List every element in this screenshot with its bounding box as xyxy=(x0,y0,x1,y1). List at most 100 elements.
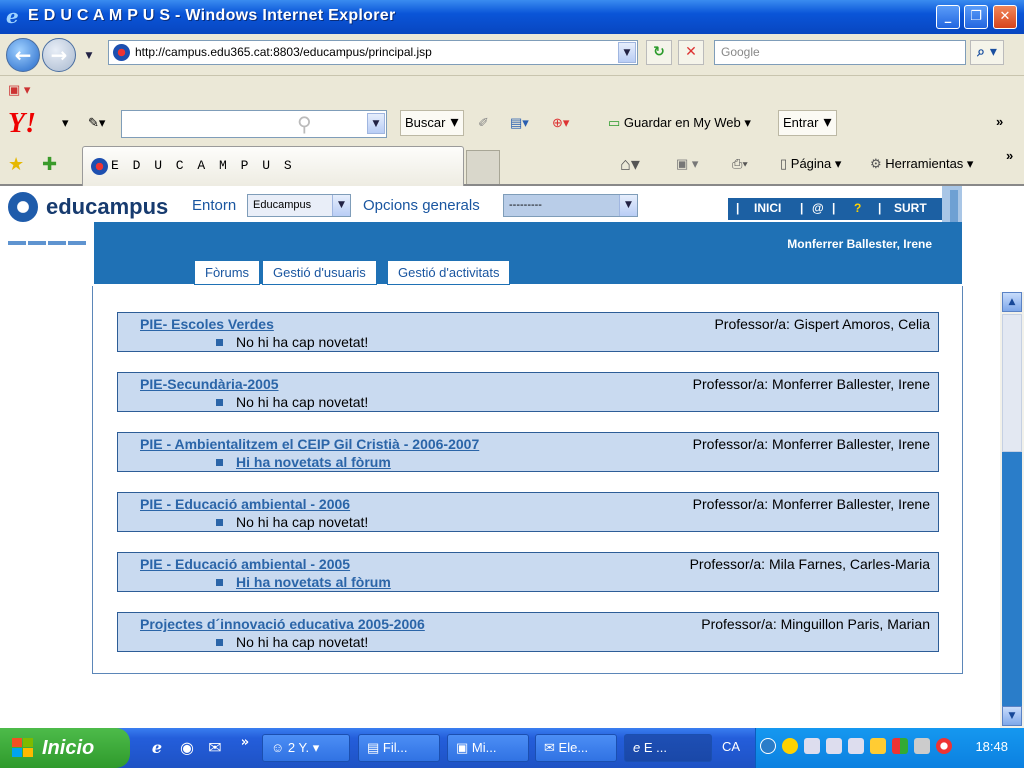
scroll-thumb[interactable] xyxy=(1002,314,1022,452)
start-button[interactable]: Inicio xyxy=(0,728,130,768)
course-card: PIE - Educació ambiental - 2005 Professo… xyxy=(117,552,939,592)
tray-network2-icon[interactable] xyxy=(826,738,842,754)
entrar-button[interactable]: Entrar ▾ xyxy=(778,110,837,136)
course-link[interactable]: PIE - Ambientalitzem el CEIP Gil Cristià… xyxy=(140,436,479,452)
feeds-icon[interactable]: ▣ ▾ xyxy=(676,152,698,176)
ie-icon: e xyxy=(633,740,641,755)
nav-inici[interactable]: INICI xyxy=(754,198,781,219)
course-teacher: Professor/a: Mila Farnes, Carles-Maria xyxy=(689,556,930,572)
task-mi[interactable]: ▣ Mi... xyxy=(447,734,529,762)
task-yahoo[interactable]: ☺ 2 Y. ▾ xyxy=(262,734,350,762)
refresh-button[interactable]: ↻ xyxy=(646,40,672,65)
translate-icon[interactable]: ▣ ▾ xyxy=(8,78,30,102)
entorn-select[interactable]: Educampus ▼ xyxy=(247,194,351,217)
tray-app-icon[interactable] xyxy=(892,738,908,754)
tray-volume-icon[interactable] xyxy=(914,738,930,754)
magnifier-icon: ⚲ xyxy=(297,112,312,136)
bullet-icon xyxy=(216,639,223,646)
pencil-icon[interactable]: ✎▾ xyxy=(88,111,105,135)
tray-smiley-icon[interactable] xyxy=(782,738,798,754)
yahoo-search-input[interactable]: ⚲ ▼ xyxy=(121,110,387,138)
close-button[interactable]: ✕ xyxy=(993,5,1017,29)
nav-help[interactable]: ? xyxy=(854,198,861,219)
home-icon[interactable]: ⌂▾ xyxy=(620,152,640,176)
add-favorite-icon[interactable]: ✚ xyxy=(42,152,57,176)
task-ele[interactable]: ✉ Ele... xyxy=(535,734,617,762)
new-tab-button[interactable] xyxy=(466,150,500,184)
scroll-up-icon[interactable]: ▲ xyxy=(1002,292,1022,312)
toolbar-layout-icon[interactable]: ▤▾ xyxy=(510,111,529,135)
tray-browser-icon[interactable] xyxy=(936,738,952,754)
course-card: PIE-Secundària-2005 Professor/a: Monferr… xyxy=(117,372,939,412)
maximize-button[interactable]: ❐ xyxy=(964,5,988,29)
back-button[interactable]: ← xyxy=(6,38,40,72)
scroll-track[interactable] xyxy=(1002,452,1022,706)
browser-window: e E D U C A M P U S - Windows Internet E… xyxy=(0,0,1024,768)
herramientas-menu[interactable]: ⚙ Herramientas ▾ xyxy=(870,152,973,176)
history-dropdown-icon[interactable]: ▼ xyxy=(80,46,98,67)
windows-flag-icon xyxy=(12,738,34,758)
forward-button[interactable]: → xyxy=(42,38,76,72)
globe-quicklaunch-icon[interactable]: ◉ xyxy=(176,737,198,759)
quicklaunch-overflow[interactable]: » xyxy=(234,732,256,754)
task-educampus[interactable]: e E ... xyxy=(624,734,712,762)
course-news-link[interactable]: Hi ha novetats al fòrum xyxy=(236,574,391,590)
logo-stripes xyxy=(8,230,88,245)
course-link[interactable]: PIE - Educació ambiental - 2005 xyxy=(140,556,350,572)
search-icon[interactable]: ⌕ ▾ xyxy=(970,40,1004,65)
course-link[interactable]: PIE - Educació ambiental - 2006 xyxy=(140,496,350,512)
toolbar-overflow-button[interactable]: » xyxy=(996,110,1003,134)
nav-email[interactable]: @ xyxy=(812,198,824,219)
task-files[interactable]: ▤ Fil... xyxy=(358,734,440,762)
yahoo-search-dropdown-icon[interactable]: ▼ xyxy=(367,113,385,134)
minimize-button[interactable]: _ xyxy=(936,5,960,29)
browser-tab-active[interactable]: E D U C A M P U S xyxy=(82,146,464,186)
yahoo-menu-icon[interactable]: ▾ xyxy=(62,111,69,135)
tab-favicon-icon xyxy=(91,158,108,175)
messenger-quicklaunch-icon[interactable]: ✉ xyxy=(204,737,226,759)
target-icon[interactable]: ⊕▾ xyxy=(552,111,569,135)
search-input[interactable]: Google xyxy=(714,40,966,65)
language-indicator[interactable]: CA xyxy=(722,739,740,754)
tab-gestio-activitats[interactable]: Gestió d'activitats xyxy=(387,260,511,285)
nav-surt[interactable]: SURT xyxy=(894,198,927,219)
bullet-icon xyxy=(216,339,223,346)
site-favicon-icon xyxy=(113,44,130,61)
top-nav: | INICI | @ | ? | SURT xyxy=(728,198,942,220)
course-link[interactable]: Projectes d´innovació educativa 2005-200… xyxy=(140,616,425,632)
tab-forums[interactable]: Fòrums xyxy=(194,260,261,285)
ie-quicklaunch-icon[interactable]: e xyxy=(146,737,168,759)
tray-network3-icon[interactable] xyxy=(848,738,864,754)
stop-button[interactable]: ✕ xyxy=(678,40,704,65)
yahoo-logo-icon[interactable]: Y! xyxy=(8,110,36,138)
tab-gestio-usuaris[interactable]: Gestió d'usuaris xyxy=(262,260,377,285)
url-input[interactable]: http://campus.edu365.cat:8803/educampus/… xyxy=(108,40,638,65)
course-news-link[interactable]: Hi ha novetats al fòrum xyxy=(236,454,391,470)
opcions-select[interactable]: --------- ▼ xyxy=(503,194,638,217)
yahoo-toolbar: Y! ▾ ✎▾ ⚲ ▼ Buscar ▾ ✐ ▤▾ ⊕▾ ▭ Guardar e… xyxy=(0,104,1024,144)
smiley-icon: ☺ xyxy=(271,740,285,755)
course-link[interactable]: PIE- Escoles Verdes xyxy=(140,316,274,332)
tray-security-icon[interactable] xyxy=(870,738,886,754)
guardar-button[interactable]: ▭ Guardar en My Web ▾ xyxy=(608,111,751,135)
course-link[interactable]: PIE-Secundària-2005 xyxy=(140,376,279,392)
tab-row: ★ ✚ E D U C A M P U S ⌂▾ ▣ ▾ ⎙▾ ▯ Página… xyxy=(0,144,1024,186)
messenger-icon: ✉ xyxy=(544,740,555,755)
pagina-menu[interactable]: ▯ Página ▾ xyxy=(780,152,841,176)
clock: 18:48 xyxy=(975,739,1008,754)
print-icon[interactable]: ⎙▾ xyxy=(732,152,748,176)
course-status: No hi ha cap novetat! xyxy=(236,334,369,350)
course-teacher: Professor/a: Minguillon Paris, Marian xyxy=(701,616,930,632)
window-title: E D U C A M P U S - Windows Internet Exp… xyxy=(28,7,396,24)
favorites-star-icon[interactable]: ★ xyxy=(8,152,24,176)
web-page: educampus Entorn Educampus ▼ Opcions gen… xyxy=(0,186,1000,728)
vertical-scrollbar[interactable]: ▲ ▼ xyxy=(1000,292,1024,728)
url-dropdown-icon[interactable]: ▼ xyxy=(618,42,636,63)
tab-row-overflow-button[interactable]: » xyxy=(1006,144,1013,168)
buscar-button[interactable]: Buscar ▾ xyxy=(400,110,464,136)
scroll-down-icon[interactable]: ▼ xyxy=(1002,706,1022,726)
tray-network-icon[interactable] xyxy=(804,738,820,754)
tray-expand-icon[interactable] xyxy=(760,738,776,754)
chevron-down-icon: ▼ xyxy=(619,195,637,216)
highlight-icon[interactable]: ✐ xyxy=(478,111,489,135)
